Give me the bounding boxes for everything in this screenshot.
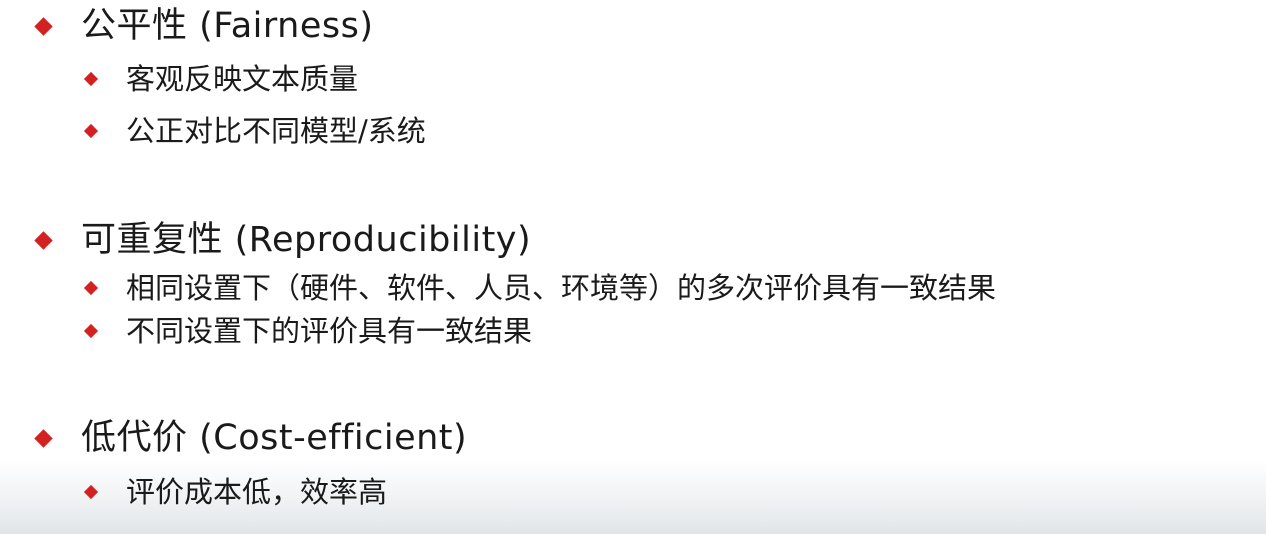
bullet-diamond-icon — [34, 230, 53, 250]
item-fairness-1: 客观反映文本质量 — [83, 62, 359, 96]
item-text: 不同设置下的评价具有一致结果 — [126, 314, 533, 348]
bullet-diamond-icon — [83, 484, 99, 500]
item-reproducibility-2: 不同设置下的评价具有一致结果 — [83, 314, 533, 348]
bullet-diamond-icon — [34, 428, 53, 448]
item-fairness-2: 公正对比不同模型/系统 — [83, 114, 426, 148]
heading-text: 低代价 (Cost-efficient) — [81, 418, 468, 458]
heading-text: 可重复性 (Reproducibility) — [81, 220, 532, 260]
bullet-diamond-icon — [83, 123, 99, 139]
slide: 公平性 (Fairness) 客观反映文本质量 公正对比不同模型/系统 可重复性… — [0, 0, 1266, 534]
heading-cost-efficient: 低代价 (Cost-efficient) — [34, 418, 468, 458]
item-reproducibility-1: 相同设置下（硬件、软件、人员、环境等）的多次评价具有一致结果 — [83, 271, 997, 305]
heading-fairness: 公平性 (Fairness) — [34, 6, 374, 46]
item-text: 公正对比不同模型/系统 — [126, 114, 426, 148]
heading-text: 公平性 (Fairness) — [81, 6, 374, 46]
item-text: 相同设置下（硬件、软件、人员、环境等）的多次评价具有一致结果 — [126, 271, 997, 305]
bullet-diamond-icon — [83, 71, 99, 87]
bullet-diamond-icon — [83, 280, 99, 296]
heading-reproducibility: 可重复性 (Reproducibility) — [34, 220, 532, 260]
bullet-diamond-icon — [83, 323, 99, 339]
item-text: 评价成本低，效率高 — [126, 475, 388, 509]
bullet-diamond-icon — [34, 16, 53, 36]
item-cost-efficient-1: 评价成本低，效率高 — [83, 475, 388, 509]
item-text: 客观反映文本质量 — [126, 62, 359, 96]
